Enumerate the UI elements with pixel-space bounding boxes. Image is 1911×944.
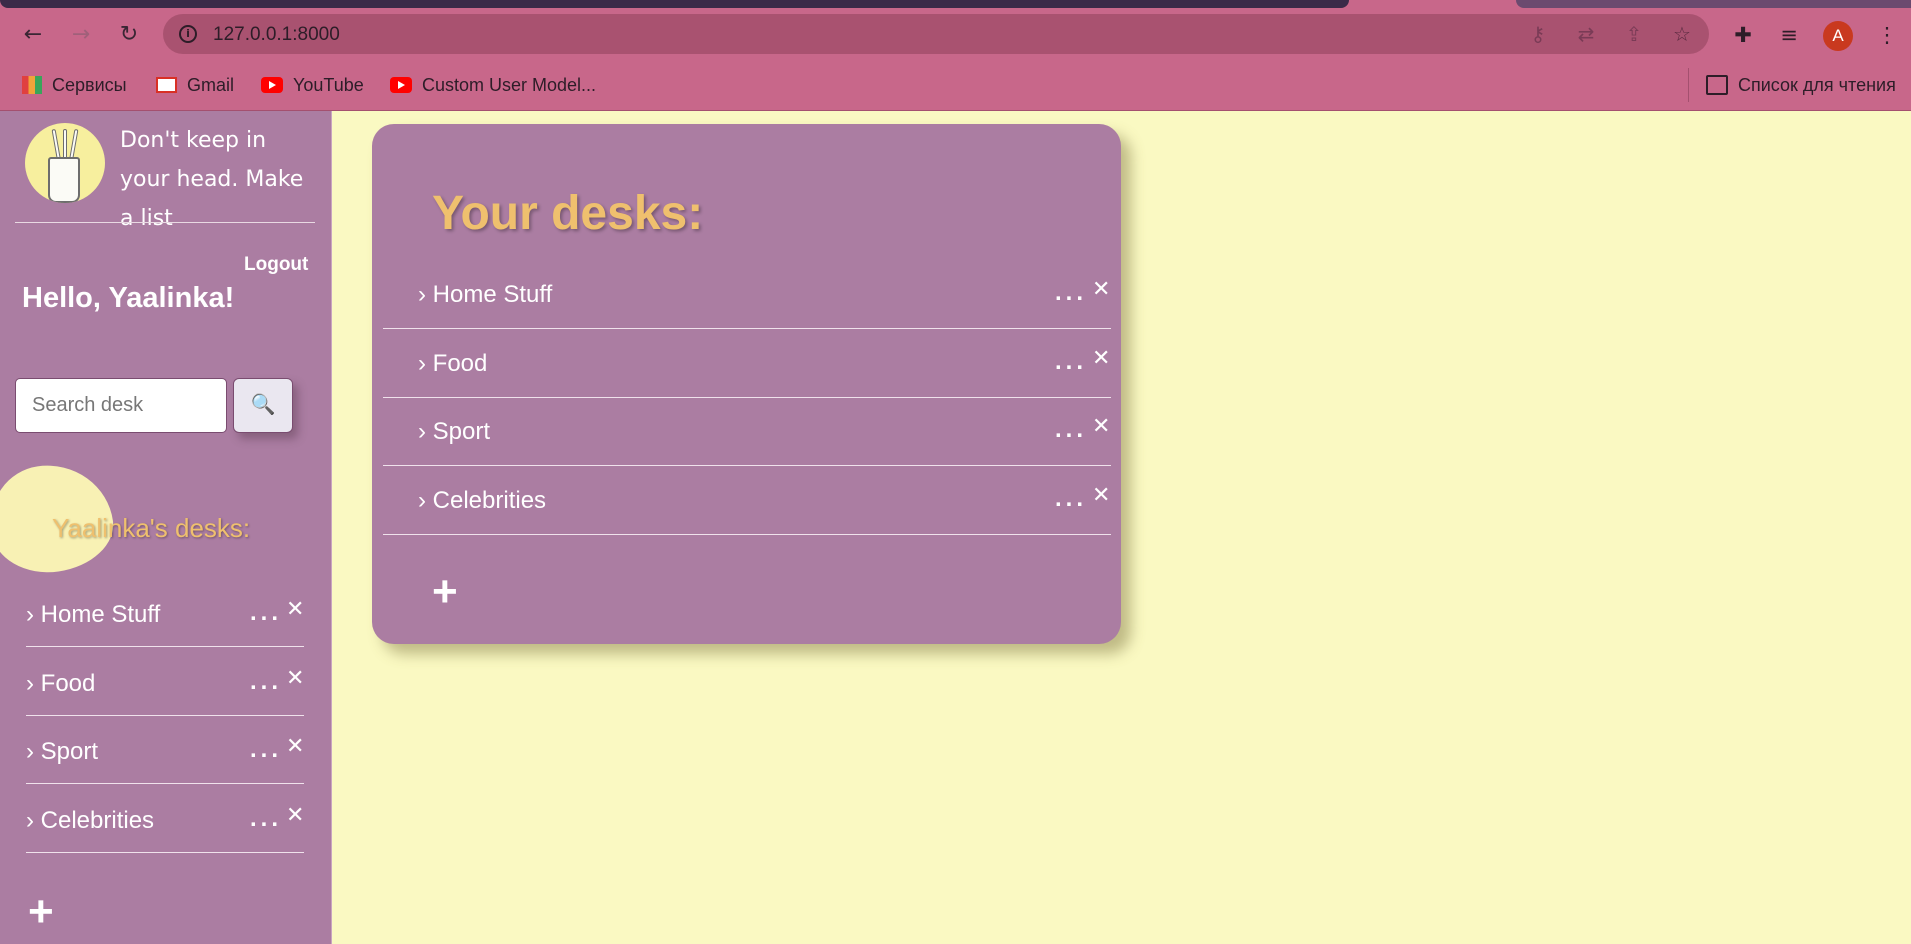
- delete-icon[interactable]: ✕: [286, 666, 304, 691]
- search-button[interactable]: 🔍: [233, 378, 293, 433]
- desk-list-item[interactable]: › Celebrities ... ✕: [383, 466, 1111, 535]
- add-desk-button[interactable]: +: [28, 890, 54, 934]
- translate-icon[interactable]: ⇄: [1574, 22, 1598, 46]
- desks-card: Your desks: › Home Stuff ... ✕ › Food ..…: [372, 124, 1121, 644]
- desk-list-item[interactable]: › Home Stuff ... ✕: [383, 260, 1111, 329]
- desk-link[interactable]: › Sport: [418, 418, 490, 446]
- delete-icon[interactable]: ✕: [286, 734, 304, 759]
- logout-link[interactable]: Logout: [244, 254, 308, 276]
- more-options-icon[interactable]: ...: [1055, 416, 1087, 444]
- browser-tab[interactable]: [1516, 0, 1911, 8]
- menu-kebab-icon[interactable]: ⋮: [1871, 19, 1903, 51]
- url-text[interactable]: 127.0.0.1:8000: [213, 24, 340, 46]
- delete-icon[interactable]: ✕: [1092, 483, 1110, 508]
- bookmark-label: YouTube: [293, 74, 364, 95]
- bookmark-custom-user-model[interactable]: Custom User Model...: [390, 72, 596, 98]
- youtube-icon: [261, 77, 283, 93]
- bookmark-gmail[interactable]: Gmail: [156, 72, 234, 98]
- search-icon: 🔍: [250, 394, 276, 416]
- bookmarks-bar: Сервисы Gmail YouTube Custom User Model.…: [0, 60, 1911, 111]
- desk-link[interactable]: › Home Stuff: [418, 281, 552, 309]
- reading-list-label: Список для чтения: [1738, 74, 1896, 95]
- more-options-icon[interactable]: ...: [1055, 485, 1087, 513]
- more-options-icon[interactable]: ...: [250, 736, 282, 764]
- sidebar-desks-heading: Yaalinka's desks:: [52, 513, 251, 543]
- bookmark-youtube[interactable]: YouTube: [261, 72, 364, 98]
- browser-toolbar: ← → ↻ i 127.0.0.1:8000 ⚷ ⇄ ⇪ ☆ ✚ ≡ A ⋮: [0, 9, 1911, 60]
- desk-link[interactable]: › Food: [418, 350, 487, 378]
- tagline: Don't keep in your head. Make a list: [120, 128, 304, 231]
- desk-link[interactable]: › Celebrities: [26, 807, 154, 835]
- desk-link[interactable]: › Sport: [26, 738, 98, 766]
- delete-icon[interactable]: ✕: [286, 597, 304, 622]
- logo-pencil-cup-icon: [25, 123, 105, 203]
- bookmarks-divider: [1688, 68, 1689, 102]
- delete-icon[interactable]: ✕: [286, 803, 304, 828]
- reading-list-icon: [1706, 75, 1728, 95]
- bookmark-star-icon[interactable]: ☆: [1670, 22, 1694, 46]
- extensions-icon[interactable]: ✚: [1727, 19, 1759, 51]
- delete-icon[interactable]: ✕: [1092, 346, 1110, 371]
- bookmark-label: Gmail: [187, 74, 235, 95]
- bookmark-services[interactable]: Сервисы: [22, 72, 127, 98]
- sidebar-border: [331, 111, 332, 944]
- desk-list-item[interactable]: › Food ... ✕: [383, 329, 1111, 398]
- sidebar: Don't keep in your head. Make a list Log…: [0, 111, 331, 944]
- sidebar-desk-item[interactable]: › Food ... ✕: [26, 647, 304, 716]
- search-desk-input[interactable]: [15, 378, 227, 433]
- desk-list-item[interactable]: › Sport ... ✕: [383, 397, 1111, 466]
- more-options-icon[interactable]: ...: [1055, 348, 1087, 376]
- media-queue-icon[interactable]: ≡: [1773, 19, 1805, 51]
- forward-icon[interactable]: →: [65, 19, 97, 51]
- more-options-icon[interactable]: ...: [1055, 279, 1087, 307]
- youtube-icon: [390, 77, 412, 93]
- delete-icon[interactable]: ✕: [1092, 414, 1110, 439]
- add-desk-button[interactable]: +: [432, 570, 458, 614]
- browser-tab[interactable]: [0, 0, 1349, 8]
- more-options-icon[interactable]: ...: [250, 599, 282, 627]
- profile-avatar[interactable]: A: [1823, 21, 1853, 51]
- page-title: Your desks:: [432, 187, 704, 240]
- bookmark-label: Custom User Model...: [422, 74, 597, 95]
- desk-link[interactable]: › Food: [26, 670, 95, 698]
- sidebar-desk-item[interactable]: › Celebrities ... ✕: [26, 784, 304, 853]
- desk-link[interactable]: › Home Stuff: [26, 601, 160, 629]
- address-bar[interactable]: i 127.0.0.1:8000 ⚷ ⇄ ⇪ ☆: [163, 14, 1709, 54]
- key-icon[interactable]: ⚷: [1526, 22, 1550, 46]
- sidebar-desk-item[interactable]: › Sport ... ✕: [26, 715, 304, 784]
- reload-icon[interactable]: ↻: [113, 19, 145, 51]
- reading-list-button[interactable]: Список для чтения: [1706, 72, 1896, 98]
- greeting: Hello, Yaalinka!: [22, 282, 235, 314]
- desk-link[interactable]: › Celebrities: [418, 487, 546, 515]
- gmail-icon: [156, 77, 177, 93]
- more-options-icon[interactable]: ...: [250, 805, 282, 833]
- bookmark-label: Сервисы: [52, 74, 127, 95]
- site-info-icon[interactable]: i: [179, 25, 197, 43]
- delete-icon[interactable]: ✕: [1092, 277, 1110, 302]
- browser-tab-strip: [0, 0, 1911, 9]
- share-icon[interactable]: ⇪: [1622, 22, 1646, 46]
- sidebar-desk-item[interactable]: › Home Stuff ... ✕: [26, 578, 304, 647]
- apps-grid-icon: [22, 76, 42, 94]
- back-icon[interactable]: ←: [17, 19, 49, 51]
- divider: [15, 222, 315, 223]
- more-options-icon[interactable]: ...: [250, 668, 282, 696]
